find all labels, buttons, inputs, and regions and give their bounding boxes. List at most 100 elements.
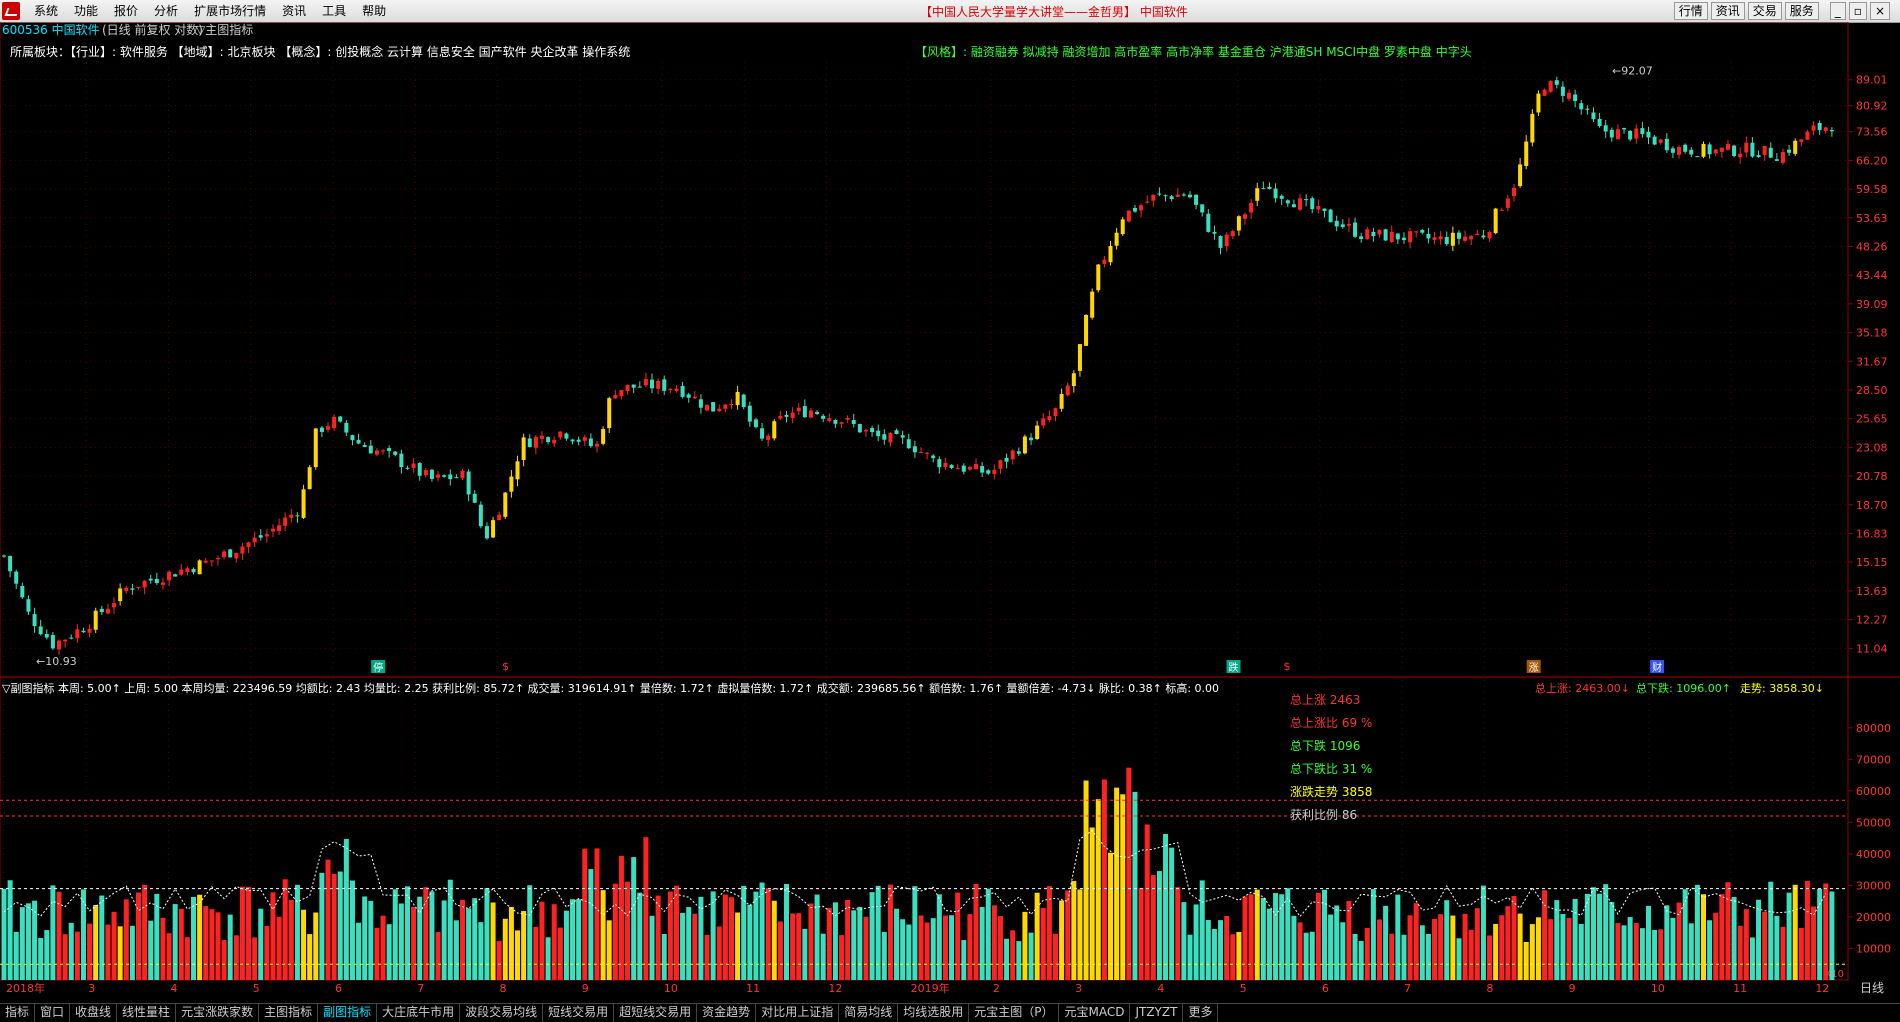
tab-8[interactable]: 波段交易均线 [460, 1004, 544, 1022]
volume-bar [258, 908, 264, 980]
candle-body [295, 515, 300, 517]
candle-body [827, 418, 832, 422]
volume-bar [845, 899, 851, 980]
candle-body [234, 552, 239, 559]
volume-bar [1425, 933, 1431, 980]
volume-bar [374, 927, 380, 980]
volume-bar [631, 857, 637, 980]
volume-bar [698, 896, 704, 980]
volume-bar [863, 916, 869, 980]
volume-bar [160, 917, 166, 980]
volume-bar [276, 916, 282, 980]
volume-bar [1266, 908, 1272, 980]
candle-body [1609, 129, 1614, 138]
volume-bar [13, 931, 19, 980]
sub-legend-item: 涨跌走势 3858 [1290, 784, 1372, 799]
candle-body [1548, 81, 1553, 92]
candle-body [735, 391, 740, 406]
menu-item-4[interactable]: 扩展市场行情 [186, 3, 274, 19]
menu-item-6[interactable]: 工具 [314, 3, 354, 19]
candle-body [1389, 231, 1394, 242]
tab-10[interactable]: 超短线交易用 [614, 1004, 698, 1022]
candle-body [14, 571, 19, 584]
candle-body [436, 474, 441, 478]
volume-bar [1377, 919, 1382, 980]
tab-6[interactable]: 副图指标 [318, 1004, 378, 1022]
tab-1[interactable]: 窗口 [35, 1004, 71, 1022]
tab-5[interactable]: 主图指标 [259, 1004, 319, 1022]
x-tick-label: 7 [1404, 982, 1411, 995]
tab-2[interactable]: 收盘线 [70, 1004, 118, 1022]
quick-button-1[interactable]: 资讯 [1710, 2, 1745, 20]
volume-bar [802, 928, 808, 980]
volume-bar [1719, 894, 1725, 980]
quick-button-0[interactable]: 行情 [1673, 2, 1708, 20]
marker-5: 财 [1652, 661, 1662, 674]
volume-bar [747, 904, 753, 980]
volume-bar [1493, 923, 1499, 980]
menu-item-1[interactable]: 功能 [66, 3, 106, 19]
candle-body [570, 439, 575, 442]
tab-12[interactable]: 对比用上证指 [756, 1004, 840, 1022]
volume-bar [820, 933, 826, 980]
volume-bar [1364, 927, 1370, 980]
tab-15[interactable]: 元宝主图（P） [969, 1004, 1060, 1022]
volume-bar [545, 937, 551, 980]
tab-3[interactable]: 线性量柱 [117, 1004, 177, 1022]
sub-legend-item: 获利比例 86 [1290, 808, 1357, 822]
menu-item-2[interactable]: 报价 [106, 3, 146, 19]
chart-canvas[interactable]: 600536 中国软件 (日线 前复权 对数)▽主图指标所属板块：【行业】: 软件… [0, 22, 1900, 1003]
tab-4[interactable]: 元宝涨跌家数 [176, 1004, 260, 1022]
tab-11[interactable]: 资金趋势 [697, 1004, 757, 1022]
candle-body [57, 640, 62, 650]
x-tick-label: 3 [1075, 982, 1082, 995]
tab-9[interactable]: 短线交易用 [543, 1004, 615, 1022]
candle-body [1408, 231, 1413, 243]
volume-bar [1474, 908, 1480, 980]
candle-body [32, 614, 37, 627]
candle-body [99, 608, 104, 613]
candle-body [515, 461, 520, 480]
volume-bar [1132, 791, 1138, 980]
candle-body [75, 629, 80, 639]
volume-bar [1, 888, 7, 980]
volume-bar [759, 882, 765, 980]
candle-body [1175, 194, 1180, 197]
tab-14[interactable]: 均线选股用 [898, 1004, 970, 1022]
close-icon[interactable]: × [1869, 2, 1890, 20]
tab-0[interactable]: 指标 [0, 1004, 36, 1022]
candle-body [1787, 149, 1792, 153]
menu-item-7[interactable]: 帮助 [354, 3, 394, 19]
candle-body [943, 462, 948, 468]
volume-bar [178, 908, 184, 980]
menu-item-3[interactable]: 分析 [146, 3, 186, 19]
price-tick-label: 59.58 [1856, 183, 1888, 196]
candle-body [802, 406, 807, 418]
x-tick-label: 6 [1322, 982, 1329, 995]
volume-bar [961, 940, 967, 980]
volume-bar [1713, 912, 1719, 980]
tab-17[interactable]: JTZYZT [1130, 1004, 1184, 1022]
tab-18[interactable]: 更多 [1183, 1004, 1219, 1022]
quick-button-3[interactable]: 服务 [1784, 2, 1819, 20]
volume-bar [582, 848, 588, 980]
tab-13[interactable]: 简易均线 [839, 1004, 899, 1022]
candle-body [289, 514, 294, 518]
candle-body [1750, 142, 1755, 157]
tab-7[interactable]: 大庄底牛市用 [377, 1004, 461, 1022]
menu-item-0[interactable]: 系统 [26, 3, 66, 19]
vol-tick-label: 40000 [1856, 848, 1891, 861]
tab-16[interactable]: 元宝MACD [1059, 1004, 1131, 1022]
minimize-icon[interactable]: _ [1829, 2, 1846, 20]
app-logo-icon[interactable] [2, 2, 20, 20]
candle-body [1463, 236, 1468, 241]
candle-body [8, 555, 13, 572]
volume-bar [686, 907, 692, 980]
candle-body [619, 390, 624, 397]
quick-button-2[interactable]: 交易 [1747, 2, 1782, 20]
restore-icon[interactable]: ▫ [1848, 2, 1867, 20]
volume-bar [1071, 881, 1077, 980]
menu-item-5[interactable]: 资讯 [274, 3, 314, 19]
volume-bar [1786, 892, 1792, 980]
candle-body [1151, 194, 1156, 201]
